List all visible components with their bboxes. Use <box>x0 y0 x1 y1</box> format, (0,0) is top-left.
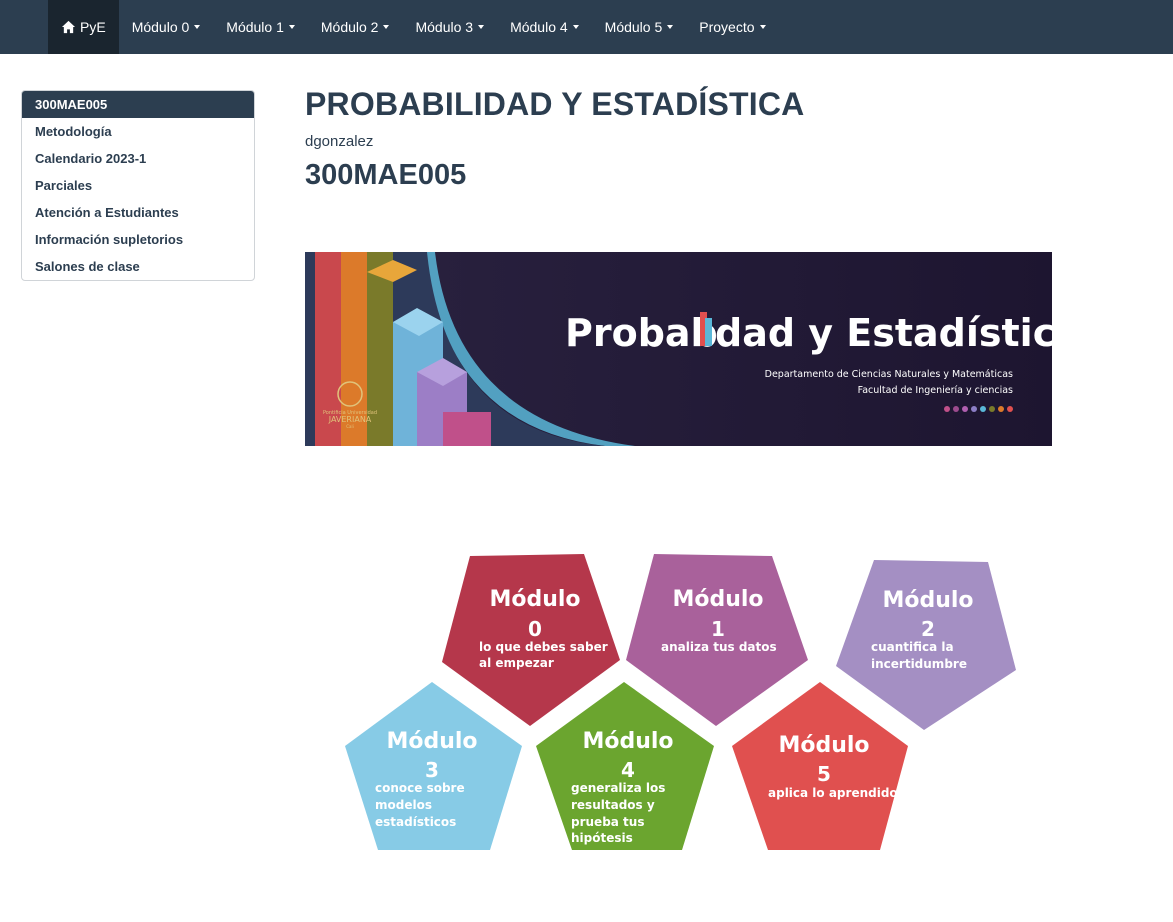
caret-down-icon <box>288 25 295 29</box>
caret-down-icon <box>572 25 579 29</box>
nav-proyecto-label: Proyecto <box>699 19 755 35</box>
module-0-number: 0 <box>528 617 542 641</box>
author-name: dgonzalez <box>305 133 374 150</box>
nav-home-link[interactable]: PyE <box>48 0 119 54</box>
caret-down-icon <box>478 25 485 29</box>
module-4-desc-line2: resultados y <box>571 798 655 812</box>
modules-graphic: Módulo 0 lo que debes saber al empezar M… <box>340 550 1020 860</box>
banner-graphic: Pontificia Universidad JAVERIANA Cali Pr… <box>305 252 1052 446</box>
module-3-desc-line1: conoce sobre <box>375 781 465 795</box>
nav-modulo-0[interactable]: Módulo 0 <box>119 0 214 54</box>
toc-item-metodologia[interactable]: Metodología <box>22 118 254 145</box>
module-2-pentagon[interactable]: Módulo 2 cuantifica la incertidumbre <box>836 560 1016 730</box>
nav-modulo-2[interactable]: Módulo 2 <box>308 0 403 54</box>
toc-item-supletorios[interactable]: Información supletorios <box>22 226 254 253</box>
module-5-number: 5 <box>817 762 831 786</box>
banner-dept: Departamento de Ciencias Naturales y Mat… <box>765 369 1013 380</box>
toc-item-300mae005[interactable]: 300MAE005 <box>22 91 254 118</box>
module-2-desc-line2: incertidumbre <box>871 657 967 671</box>
module-3-heading: Módulo <box>386 729 477 754</box>
caret-down-icon <box>383 25 390 29</box>
nav-modulo-1[interactable]: Módulo 1 <box>213 0 308 54</box>
module-3-number: 3 <box>425 758 439 782</box>
module-4-heading: Módulo <box>582 729 673 754</box>
toc-item-calendario[interactable]: Calendario 2023-1 <box>22 145 254 172</box>
nav-menu: PyE Módulo 0 Módulo 1 Módulo 2 Módulo 3 … <box>48 0 779 54</box>
module-5-pentagon[interactable]: Módulo 5 aplica lo aprendido <box>732 682 908 850</box>
module-4-number: 4 <box>621 758 635 782</box>
nav-modulo-5[interactable]: Módulo 5 <box>592 0 687 54</box>
top-navbar: PyE Módulo 0 Módulo 1 Módulo 2 Módulo 3 … <box>0 0 1173 54</box>
module-3-pentagon[interactable]: Módulo 3 conoce sobre modelos estadístic… <box>345 682 522 850</box>
logo-text-bottom: Cali <box>346 424 353 429</box>
module-1-pentagon[interactable]: Módulo 1 analiza tus datos <box>626 554 808 726</box>
module-4-desc-line3: prueba tus <box>571 815 644 829</box>
nav-home-label: PyE <box>80 19 106 35</box>
module-2-desc-line1: cuantifica la <box>871 640 954 654</box>
nav-modulo-3-label: Módulo 3 <box>415 19 474 35</box>
module-3-desc-line3: estadísticos <box>375 815 456 829</box>
caret-down-icon <box>194 25 201 29</box>
module-0-pentagon[interactable]: Módulo 0 lo que debes saber al empezar <box>442 554 620 726</box>
home-icon <box>61 20 76 34</box>
toc-item-salones[interactable]: Salones de clase <box>22 253 254 280</box>
module-0-desc-line1: lo que debes saber <box>479 640 608 654</box>
module-3-desc-line2: modelos <box>375 798 432 812</box>
table-of-contents: 300MAE005 Metodología Calendario 2023-1 … <box>21 90 255 281</box>
module-4-desc-line1: generaliza los <box>571 781 665 795</box>
module-2-heading: Módulo <box>882 588 973 613</box>
module-1-desc-line1: analiza tus datos <box>661 640 777 654</box>
caret-down-icon <box>667 25 674 29</box>
course-code-heading: 300MAE005 <box>305 159 467 191</box>
logo-text-main: JAVERIANA <box>328 415 372 424</box>
module-1-number: 1 <box>711 617 725 641</box>
nav-modulo-1-label: Módulo 1 <box>226 19 284 35</box>
nav-modulo-0-label: Módulo 0 <box>131 19 190 35</box>
banner-title-right: dad y Estadística <box>715 311 1052 355</box>
module-1-heading: Módulo <box>672 587 763 612</box>
module-5-heading: Módulo <box>778 733 869 758</box>
nav-modulo-2-label: Módulo 2 <box>320 19 379 35</box>
nav-modulo-3[interactable]: Módulo 3 <box>402 0 497 54</box>
banner-title-left: Probab <box>565 311 718 355</box>
nav-modulo-4-label: Módulo 4 <box>510 19 568 35</box>
module-4-pentagon[interactable]: Módulo 4 generaliza los resultados y pru… <box>536 682 714 850</box>
nav-modulo-4[interactable]: Módulo 4 <box>497 0 592 54</box>
module-0-desc-line2: al empezar <box>479 656 554 670</box>
nav-proyecto[interactable]: Proyecto <box>686 0 778 54</box>
nav-modulo-5-label: Módulo 5 <box>604 19 663 35</box>
module-4-desc-line4: hipótesis <box>571 831 633 845</box>
banner-faculty: Facultad de Ingeniería y ciencias <box>858 385 1013 396</box>
course-banner-image: Pontificia Universidad JAVERIANA Cali Pr… <box>305 252 1052 446</box>
page-title: PROBABILIDAD Y ESTADÍSTICA <box>305 86 805 122</box>
module-0-heading: Módulo <box>489 587 580 612</box>
caret-down-icon <box>759 25 766 29</box>
module-5-desc-line1: aplica lo aprendido <box>768 786 898 800</box>
module-2-number: 2 <box>921 617 935 641</box>
toc-item-parciales[interactable]: Parciales <box>22 172 254 199</box>
toc-item-atencion[interactable]: Atención a Estudiantes <box>22 199 254 226</box>
